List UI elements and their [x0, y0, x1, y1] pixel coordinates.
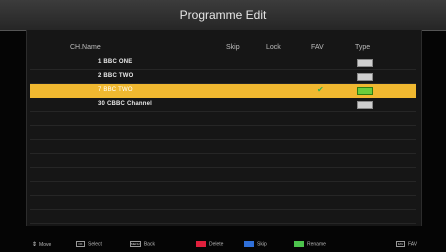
tv-icon: [357, 73, 373, 81]
empty-row: [30, 196, 416, 210]
empty-row: [30, 140, 416, 154]
page-title: Programme Edit: [179, 8, 267, 22]
up-down-arrow-icon: ⇕: [32, 242, 38, 248]
channel-row[interactable]: 30 CBBC Channel: [30, 98, 416, 112]
channel-list: 1 BBC ONE 2 BBC TWO 7 BBC TWO ✔ 30 CBBC Chan…: [30, 56, 416, 224]
column-header-type: Type: [355, 44, 371, 51]
footer-rename: Rename: [294, 241, 326, 247]
empty-row: [30, 154, 416, 168]
footer-fav: FAV FAV: [396, 241, 418, 248]
channel-row[interactable]: 7 BBC TWO ✔: [30, 84, 416, 98]
footer-delete: Delete: [196, 241, 223, 247]
footer-move: ⇕ Move: [32, 241, 52, 248]
blue-key-icon: [244, 241, 254, 247]
channel-name: 2 BBC TWO: [98, 73, 134, 79]
empty-row: [30, 182, 416, 196]
empty-row: [30, 126, 416, 140]
empty-row: [30, 112, 416, 126]
empty-row: [30, 168, 416, 182]
checkmark-icon: ✔: [317, 85, 324, 94]
title-bar: Programme Edit: [0, 0, 446, 31]
column-header-fav: FAV: [311, 44, 324, 51]
channel-row[interactable]: 2 BBC TWO: [30, 70, 416, 84]
tv-icon: [357, 59, 373, 67]
fav-key-icon: FAV: [396, 241, 405, 247]
menu-key-icon: MENU: [130, 241, 141, 247]
empty-row: [30, 210, 416, 224]
green-key-icon: [294, 241, 304, 247]
ok-key-icon: OK: [76, 241, 85, 247]
footer-back: MENU Back: [130, 241, 155, 248]
channel-name: 30 CBBC Channel: [98, 101, 153, 107]
column-header-lock: Lock: [266, 44, 281, 51]
tv-icon: [357, 101, 373, 109]
channel-name: 7 BBC TWO: [98, 87, 133, 93]
footer-key-legend: ⇕ Move OK Select MENU Back Delete Skip Rena…: [0, 236, 446, 252]
tv-icon: [357, 87, 373, 95]
red-key-icon: [196, 241, 206, 247]
channel-name: 1 BBC ONE: [98, 59, 133, 65]
column-header-skip: Skip: [226, 44, 240, 51]
footer-skip: Skip: [244, 241, 267, 247]
footer-select: OK Select: [76, 241, 102, 247]
channel-row[interactable]: 1 BBC ONE: [30, 56, 416, 70]
column-header-name: CH.Name: [70, 44, 101, 51]
